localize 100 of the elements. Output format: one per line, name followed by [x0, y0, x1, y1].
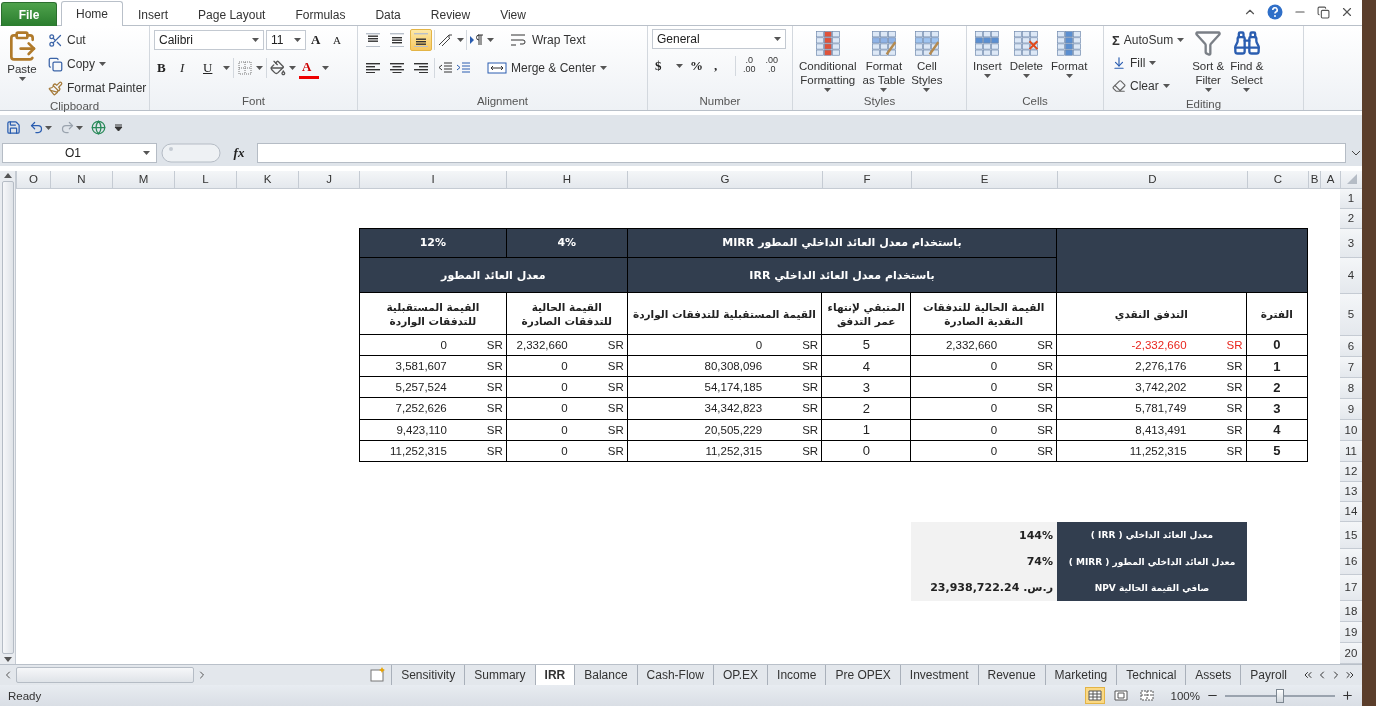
font-name-field[interactable]: Calibri — [154, 30, 264, 50]
fill-color-icon[interactable] — [270, 60, 286, 76]
column-header[interactable]: E — [911, 170, 1057, 189]
row-header[interactable]: 5 — [1340, 293, 1362, 336]
currency-button[interactable]: $ — [652, 55, 672, 77]
row-header[interactable]: 3 — [1340, 228, 1362, 258]
ribbon-tab[interactable]: Data — [360, 2, 416, 26]
row-header[interactable]: 20 — [1340, 642, 1362, 664]
function-label[interactable]: fx — [225, 145, 253, 162]
row-header[interactable]: 19 — [1340, 621, 1362, 643]
number-format-field[interactable]: General — [652, 29, 786, 49]
view-button[interactable] — [1084, 687, 1105, 705]
column-header[interactable]: M — [112, 170, 174, 189]
cells-button[interactable]: Insert — [971, 59, 1004, 79]
copy-icon — [48, 56, 63, 72]
sheet-tab[interactable]: IRR — [534, 664, 575, 686]
align-button[interactable] — [410, 29, 432, 51]
styles-button[interactable]: Conditional Formatting — [797, 59, 859, 93]
column-header[interactable]: K — [236, 170, 298, 189]
row-header[interactable]: 10 — [1340, 419, 1362, 441]
underline-button[interactable]: U — [200, 57, 220, 79]
restore-icon[interactable] — [1317, 5, 1330, 19]
cells-button[interactable]: Format — [1049, 59, 1090, 79]
font-size-field[interactable]: 11 — [266, 30, 306, 50]
row-header[interactable]: 17 — [1340, 574, 1362, 601]
row-header[interactable]: 16 — [1340, 548, 1362, 575]
ribbon-tab[interactable]: Formulas — [280, 2, 361, 26]
wrap-text-button[interactable]: Wrap Text — [506, 29, 590, 51]
column-header[interactable]: N — [50, 170, 112, 189]
column-header[interactable]: B — [1308, 170, 1320, 189]
customize-icon[interactable] — [114, 123, 123, 132]
shrink-font-button[interactable]: A — [330, 29, 350, 51]
decrease-decimal-button[interactable]: .00 .0 — [762, 55, 782, 77]
ribbon-tab[interactable]: Insert — [123, 2, 184, 26]
bold-button[interactable]: B — [154, 57, 174, 79]
autosum-button[interactable]: Σ AutoSum — [1108, 29, 1189, 51]
paste-button[interactable]: Paste — [4, 29, 40, 99]
column-header[interactable]: L — [174, 170, 236, 189]
column-header[interactable]: H — [506, 170, 627, 189]
ribbon-tab[interactable]: File — [1, 2, 57, 26]
styles-button[interactable]: Cell Styles — [909, 59, 945, 93]
font-color-button[interactable]: A — [299, 57, 319, 79]
row-header[interactable]: 13 — [1340, 481, 1362, 502]
formula-input[interactable] — [257, 143, 1346, 164]
scroll-thumb[interactable] — [1, 180, 14, 654]
ribbon-tab[interactable]: View — [485, 2, 541, 26]
row-header[interactable]: 4 — [1340, 257, 1362, 294]
column-header[interactable]: A — [1320, 170, 1340, 189]
row-header[interactable]: 14 — [1340, 501, 1362, 522]
fill-button[interactable]: Fill — [1108, 52, 1189, 74]
cells-button[interactable]: Delete — [1007, 59, 1045, 79]
format-painter-button[interactable]: Format Painter — [44, 77, 151, 99]
column-header[interactable]: C — [1247, 170, 1308, 189]
column-header[interactable]: D — [1057, 170, 1247, 189]
merge-center-button[interactable]: Merge & Center — [483, 57, 611, 79]
text-direction-icon[interactable] — [469, 32, 485, 48]
row-header[interactable]: 15 — [1340, 521, 1362, 549]
scroll-thumb[interactable] — [16, 667, 194, 684]
column-header[interactable]: J — [298, 170, 359, 189]
italic-button[interactable]: I — [177, 57, 197, 79]
help-icon[interactable] — [1267, 4, 1283, 20]
undo-icon[interactable] — [29, 120, 44, 136]
percent-button[interactable]: % — [687, 55, 707, 77]
cut-button[interactable]: Cut — [44, 29, 151, 51]
close-icon[interactable] — [1340, 5, 1354, 19]
row-header[interactable]: 11 — [1340, 440, 1362, 462]
increase-decimal-button[interactable]: .0 .00 — [740, 55, 759, 77]
amount: 0 — [560, 360, 569, 373]
table-cell: 5 — [822, 334, 911, 355]
row-header[interactable]: 18 — [1340, 600, 1362, 622]
row-header[interactable]: 6 — [1340, 335, 1362, 357]
name-box[interactable]: O1 — [2, 143, 157, 164]
ribbon-tab[interactable]: Home — [61, 1, 123, 26]
column-header[interactable]: F — [822, 170, 911, 189]
comma-button[interactable]: , — [711, 55, 731, 77]
slider-thumb[interactable] — [1276, 688, 1284, 703]
find-select-button[interactable]: Find & Select — [1228, 59, 1266, 93]
grow-font-button[interactable]: A — [308, 29, 328, 51]
decrease-indent-icon[interactable] — [437, 60, 453, 76]
sort-filter-button[interactable]: Sort & Filter — [1190, 59, 1227, 93]
row-header[interactable]: 7 — [1340, 356, 1362, 378]
ribbon-tab[interactable]: Review — [415, 2, 486, 26]
column-header[interactable]: I — [359, 170, 506, 189]
row-header[interactable]: 12 — [1340, 461, 1362, 482]
orientation-icon[interactable] — [437, 32, 455, 48]
globe-icon[interactable] — [91, 120, 106, 136]
copy-button[interactable]: Copy — [44, 53, 151, 75]
vertical-scrollbar[interactable] — [0, 170, 16, 664]
row-header[interactable]: 9 — [1340, 398, 1362, 420]
zoom-in-icon[interactable] — [1341, 689, 1354, 703]
clear-button[interactable]: Clear — [1108, 75, 1189, 97]
row-header[interactable]: 2 — [1340, 208, 1362, 229]
column-header[interactable]: O — [16, 170, 50, 189]
splitter-handle-icon[interactable] — [161, 143, 221, 164]
row-header[interactable]: 8 — [1340, 377, 1362, 399]
save-icon[interactable] — [6, 120, 21, 136]
styles-button[interactable]: Format as Table — [860, 59, 908, 93]
row-header[interactable]: 1 — [1340, 188, 1362, 209]
ribbon-tab[interactable]: Page Layout — [183, 2, 281, 26]
column-header[interactable]: G — [627, 170, 822, 189]
